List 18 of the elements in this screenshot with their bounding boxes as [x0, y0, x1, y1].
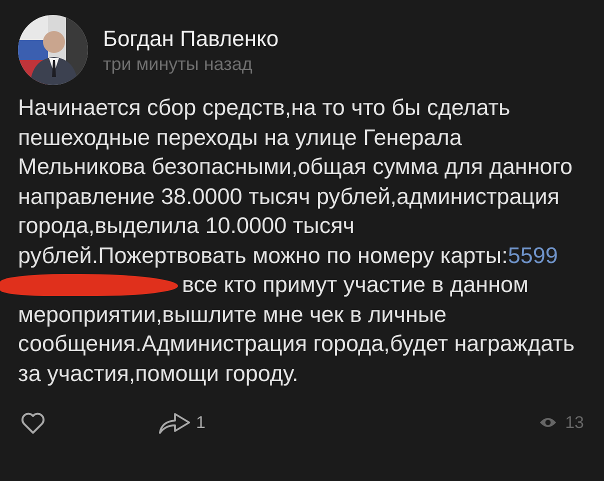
eye-icon — [539, 416, 558, 429]
post-text: города,выделила 10.0000 тысяч — [18, 212, 354, 240]
view-count: 13 — [565, 412, 584, 432]
share-icon[interactable] — [158, 410, 192, 435]
post-text: сообщения.Администрация города,будет награждать — [18, 330, 575, 358]
post-text: мероприятии,вышлите мне чек в личные — [18, 300, 447, 329]
post-text: Начинается сбор средств,на то что бы сделать — [18, 94, 510, 122]
like-icon[interactable] — [20, 410, 46, 434]
author-name[interactable]: Богдан Павленко — [103, 26, 279, 52]
post-text: Мельникова безопасными,общая сумма для данного — [18, 153, 572, 181]
post-text: все кто примут участие в данном — [182, 271, 528, 299]
post-text: направление 38.0000 тысяч рублей,администрация — [18, 182, 560, 211]
post-text: за участия,помощи городу. — [18, 360, 298, 388]
post-text: рублей.Пожертвовать можно по номеру карты: — [18, 242, 508, 270]
card-number-link[interactable]: 5599 — [508, 240, 558, 270]
share-count: 1 — [196, 412, 206, 432]
post-time: три минуты назад — [103, 54, 254, 74]
post-text: пешеходные переходы на улице Генерала — [18, 124, 462, 152]
